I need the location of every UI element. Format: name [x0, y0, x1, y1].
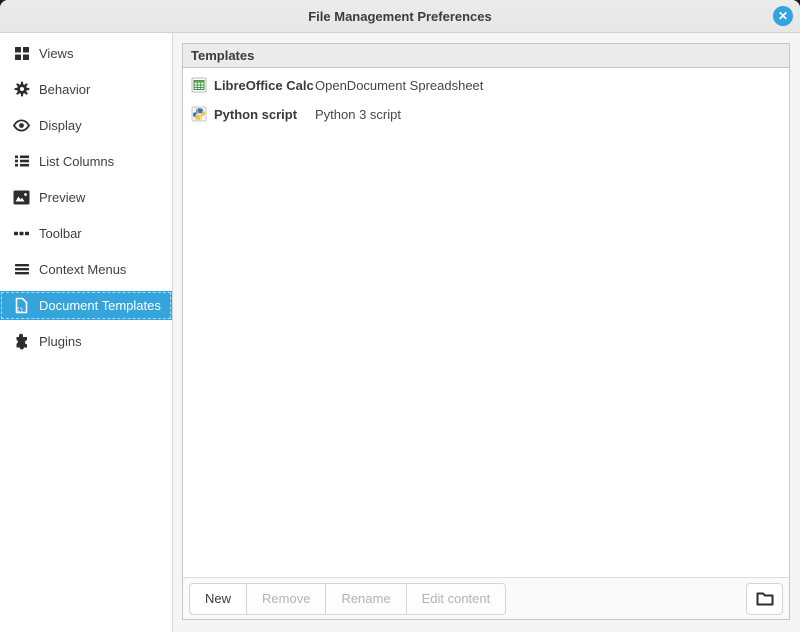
- sidebar-item-toolbar[interactable]: Toolbar: [0, 215, 172, 251]
- puzzle-icon: [13, 333, 30, 350]
- eye-icon: [13, 117, 30, 134]
- sidebar-item-label: Display: [39, 118, 82, 133]
- close-icon[interactable]: ✕: [773, 6, 793, 26]
- templates-frame: Templates LibreOffice Calc OpenDocument …: [182, 43, 790, 620]
- folder-icon: [755, 590, 775, 607]
- sidebar-item-behavior[interactable]: Behavior: [0, 71, 172, 107]
- open-templates-folder-button[interactable]: [746, 583, 783, 615]
- sidebar-item-label: List Columns: [39, 154, 114, 169]
- image-icon: [13, 189, 30, 206]
- templates-list: LibreOffice Calc OpenDocument Spreadshee…: [183, 68, 789, 577]
- document-template-icon: [13, 297, 30, 314]
- window-title: File Management Preferences: [308, 9, 492, 24]
- sidebar-item-views[interactable]: Views: [0, 35, 172, 71]
- sidebar-item-label: Views: [39, 46, 73, 61]
- titlebar: File Management Preferences ✕: [0, 0, 800, 33]
- template-actions: New Remove Rename Edit content: [189, 583, 506, 615]
- rename-button[interactable]: Rename: [326, 583, 406, 615]
- sidebar-item-list-columns[interactable]: List Columns: [0, 143, 172, 179]
- sidebar-item-label: Behavior: [39, 82, 90, 97]
- sidebar-item-label: Document Templates: [39, 298, 161, 313]
- ellipsis-icon: [13, 225, 30, 242]
- new-button[interactable]: New: [189, 583, 247, 615]
- grid-icon: [13, 45, 30, 62]
- template-name: LibreOffice Calc: [214, 78, 315, 93]
- templates-header: Templates: [183, 44, 789, 68]
- sidebar-item-document-templates[interactable]: Document Templates: [0, 291, 172, 320]
- python-icon: [191, 106, 208, 123]
- preferences-window: File Management Preferences ✕ Views Beha…: [0, 0, 800, 632]
- templates-header-label: Templates: [191, 48, 254, 63]
- libreoffice-calc-icon: [191, 77, 208, 94]
- edit-content-button[interactable]: Edit content: [407, 583, 507, 615]
- sidebar-item-context-menus[interactable]: Context Menus: [0, 251, 172, 287]
- list-item[interactable]: LibreOffice Calc OpenDocument Spreadshee…: [183, 71, 789, 100]
- menu-lines-icon: [13, 261, 30, 278]
- template-name: Python script: [214, 107, 315, 122]
- sidebar-item-label: Context Menus: [39, 262, 126, 277]
- list-item[interactable]: Python script Python 3 script: [183, 100, 789, 129]
- list-columns-icon: [13, 153, 30, 170]
- remove-button[interactable]: Remove: [247, 583, 326, 615]
- main-panel: Templates LibreOffice Calc OpenDocument …: [173, 33, 800, 632]
- sidebar-item-display[interactable]: Display: [0, 107, 172, 143]
- sidebar-item-label: Plugins: [39, 334, 82, 349]
- template-description: OpenDocument Spreadsheet: [315, 78, 483, 93]
- sidebar-item-label: Preview: [39, 190, 85, 205]
- sidebar-item-label: Toolbar: [39, 226, 82, 241]
- actions-bar: New Remove Rename Edit content: [183, 577, 789, 619]
- template-description: Python 3 script: [315, 107, 401, 122]
- sidebar-item-preview[interactable]: Preview: [0, 179, 172, 215]
- gear-icon: [13, 81, 30, 98]
- sidebar: Views Behavior Display List Columns Prev…: [0, 33, 173, 632]
- sidebar-item-plugins[interactable]: Plugins: [0, 323, 172, 359]
